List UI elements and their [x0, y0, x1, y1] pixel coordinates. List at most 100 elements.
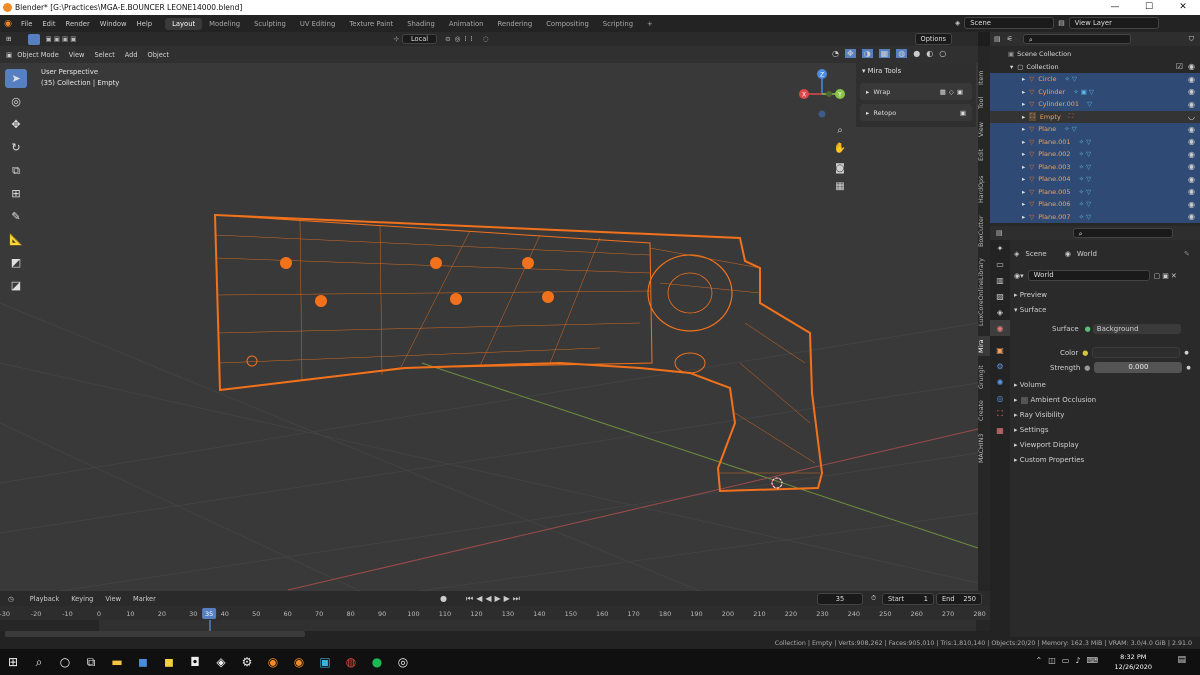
- select-mode-icons[interactable]: ▣▣▣▣: [46, 35, 79, 43]
- eye-icon[interactable]: ◉: [1188, 150, 1195, 159]
- preview-panel[interactable]: ▸ Preview: [1014, 291, 1047, 299]
- menu-file[interactable]: File: [16, 20, 37, 28]
- navigation-gizmo[interactable]: Z Y X: [799, 69, 845, 118]
- tab-mira[interactable]: Mira: [978, 336, 990, 356]
- world-props-icon[interactable]: ◉: [990, 320, 1010, 336]
- scene-props-icon[interactable]: ◈: [990, 304, 1010, 320]
- properties-search-input[interactable]: ⌕: [1072, 228, 1173, 238]
- tab-uv-editing[interactable]: UV Editing: [293, 18, 342, 30]
- outliner-item-plane-002[interactable]: ▸ ▽ Plane.002 ✧ ▽ ◉: [990, 148, 1200, 161]
- windows-start-icon[interactable]: ⊞: [0, 649, 26, 675]
- hardops-tool-icon[interactable]: ◪: [5, 276, 27, 295]
- display-mode-icon[interactable]: ⚟: [1007, 35, 1013, 43]
- view-layer-icon[interactable]: ▤: [1058, 19, 1064, 27]
- menu-timeline-view[interactable]: View: [105, 595, 121, 603]
- tab-compositing[interactable]: Compositing: [539, 18, 596, 30]
- chrome-icon[interactable]: ◍: [338, 649, 364, 675]
- outliner-item-plane-006[interactable]: ▸ ▽ Plane.006 ✧ ▽ ◉: [990, 198, 1200, 211]
- menu-add[interactable]: Add: [120, 51, 143, 59]
- tab-grungit[interactable]: Grungit: [978, 362, 990, 392]
- eye-icon[interactable]: ◡: [1188, 112, 1195, 121]
- minimize-button[interactable]: —: [1098, 0, 1132, 15]
- menu-help[interactable]: Help: [132, 20, 158, 28]
- ao-checkbox[interactable]: [1020, 396, 1028, 404]
- surface-node-field[interactable]: Background: [1092, 324, 1181, 334]
- tab-scripting[interactable]: Scripting: [596, 18, 640, 30]
- tab-hardops[interactable]: HardOps: [978, 172, 990, 206]
- tab-rendering[interactable]: Rendering: [490, 18, 539, 30]
- add-workspace-icon[interactable]: +: [640, 18, 660, 30]
- menu-window[interactable]: Window: [95, 20, 132, 28]
- view-layer-props-icon[interactable]: ▨: [990, 288, 1010, 304]
- menu-view[interactable]: View: [64, 51, 90, 59]
- outliner-item-plane-005[interactable]: ▸ ▽ Plane.005 ✧ ▽ ◉: [990, 185, 1200, 198]
- editor-type-icon[interactable]: ⊞: [6, 35, 12, 43]
- transform-tool-icon[interactable]: ⊞: [5, 184, 27, 203]
- eye-icon[interactable]: ◉: [1188, 62, 1195, 71]
- world-name-field[interactable]: World: [1027, 270, 1150, 281]
- mira-retopo-item[interactable]: ▸ Retopo ▣: [860, 104, 972, 121]
- tab-modeling[interactable]: Modeling: [202, 18, 247, 30]
- menu-select[interactable]: Select: [89, 51, 119, 59]
- keyframe-dot-icon[interactable]: ●: [1186, 365, 1190, 371]
- perspective-grid-icon[interactable]: ▦: [835, 181, 844, 192]
- timeline-area[interactable]: -30 -20 -10 0 10 20 30 35 40 50 60 70 80 90 100 110 120 1…: [0, 606, 990, 637]
- app-icon[interactable]: ◘: [182, 649, 208, 675]
- cortana-icon[interactable]: ○: [52, 649, 78, 675]
- spotify-icon[interactable]: ●: [364, 649, 390, 675]
- modifier-props-icon[interactable]: ⚙: [990, 358, 1010, 374]
- texture-props-icon[interactable]: ▦: [990, 422, 1010, 438]
- start-frame-field[interactable]: Start 1: [882, 592, 934, 605]
- search-icon[interactable]: ⌕: [26, 649, 52, 675]
- menu-edit[interactable]: Edit: [37, 20, 60, 28]
- scene-selector[interactable]: Scene: [964, 17, 1055, 29]
- outliner-search-input[interactable]: ⌕: [1022, 34, 1131, 44]
- viewport-display-panel[interactable]: ▸ Viewport Display: [1014, 441, 1079, 449]
- tab-animation[interactable]: Animation: [442, 18, 491, 30]
- 3d-viewport[interactable]: Z Y X ⌕ ✋ ◙ ▦ ➤ ◎ ✥ ↻ ⧉ ⊞ ✎ 📐 ◩ ◪ User P…: [0, 63, 978, 591]
- timeline-editor-icon[interactable]: ◷: [8, 595, 14, 603]
- outliner-item-circle[interactable]: ▸ ▽ Circle ✧ ▽ ◉: [990, 73, 1200, 86]
- eye-icon[interactable]: ◉: [1188, 212, 1195, 221]
- unity-icon[interactable]: ◈: [208, 649, 234, 675]
- taskbar-clock[interactable]: 8:32 PM 12/26/2020: [1115, 652, 1152, 672]
- keyframe-dot-icon[interactable]: ●: [1184, 350, 1188, 356]
- pivot-dropdown[interactable]: Local: [401, 34, 438, 44]
- maximize-button[interactable]: ☐: [1132, 0, 1166, 15]
- visibility-icon[interactable]: ◔: [832, 49, 839, 58]
- playback-controls[interactable]: ⏮◀◀▶▶⏭: [466, 594, 523, 604]
- physics-props-icon[interactable]: ◎: [990, 390, 1010, 406]
- boxcutter-tool-icon[interactable]: ◩: [5, 253, 27, 272]
- move-tool-icon[interactable]: ✥: [5, 115, 27, 134]
- filter-icon[interactable]: ⛉: [1189, 35, 1194, 44]
- eye-icon[interactable]: ◉: [1188, 87, 1195, 96]
- eye-icon[interactable]: ◉: [1188, 100, 1195, 109]
- view-layer-selector[interactable]: View Layer: [1068, 17, 1159, 29]
- rotate-tool-icon[interactable]: ↻: [5, 138, 27, 157]
- constraints-props-icon[interactable]: ⛶: [990, 406, 1010, 422]
- eye-icon[interactable]: ◉: [1188, 162, 1195, 171]
- app-icon-2[interactable]: ◎: [390, 649, 416, 675]
- eye-icon[interactable]: ◉: [1188, 187, 1195, 196]
- collection-checkbox[interactable]: ☑: [1176, 62, 1183, 71]
- properties-editor-icon[interactable]: ▤: [996, 229, 1003, 237]
- notifications-icon[interactable]: ▤: [1177, 655, 1186, 665]
- transform-orientation-icon[interactable]: ⊹: [393, 35, 399, 43]
- close-button[interactable]: ✕: [1166, 0, 1200, 15]
- blender-app-icon[interactable]: ◉: [260, 649, 286, 675]
- eye-icon[interactable]: ◉: [1188, 125, 1195, 134]
- settings-panel[interactable]: ▸ Settings: [1014, 426, 1048, 434]
- tab-tool[interactable]: Tool: [978, 94, 990, 112]
- mode-dropdown[interactable]: Object Mode: [12, 51, 64, 59]
- pan-hand-icon[interactable]: ✋: [834, 141, 846, 154]
- outliner-item-cylinder-001[interactable]: ▸ ▽ Cylinder.001 ▽ ◉: [990, 98, 1200, 111]
- collection-row[interactable]: ▾ ▢ Collection ☑ ◉: [990, 61, 1200, 74]
- eye-icon[interactable]: ◉: [1188, 175, 1195, 184]
- menu-object[interactable]: Object: [143, 51, 174, 59]
- blender-menu-icon[interactable]: ◉: [0, 19, 16, 29]
- outliner-item-plane-007[interactable]: ▸ ▽ Plane.007 ✧ ▽ ◉: [990, 210, 1200, 223]
- tab-item[interactable]: Item: [978, 68, 990, 88]
- xray-toggle-icon[interactable]: ▦: [878, 49, 891, 58]
- render-props-icon[interactable]: ▭: [990, 256, 1010, 272]
- eye-icon[interactable]: ◉: [1188, 75, 1195, 84]
